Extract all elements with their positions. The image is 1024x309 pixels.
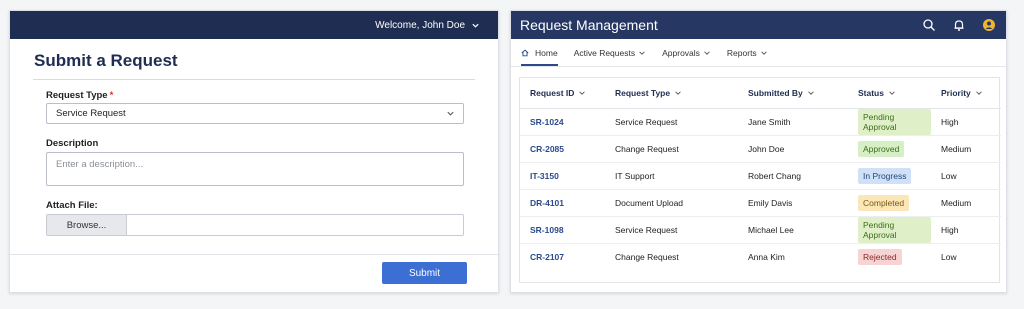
nav-label: Active Requests [573, 47, 636, 58]
request-id-cell[interactable]: SR-1098 [520, 216, 605, 244]
request-id-cell[interactable]: IT-3150 [520, 162, 605, 190]
sort-chevron-icon [889, 91, 895, 95]
sort-chevron-icon [808, 91, 814, 95]
nav-approvals[interactable]: Approvals [662, 39, 711, 66]
request-type-cell: Service Request [605, 108, 738, 136]
nav-bar: Home Active Requests Approvals Reports [511, 39, 1006, 67]
request-type-value: Service Request [56, 108, 126, 119]
chevron-down-icon[interactable] [471, 21, 480, 30]
user-avatar-icon[interactable] [982, 18, 996, 32]
nav-home[interactable]: Home [521, 39, 558, 66]
request-type-select[interactable]: Service Request [46, 103, 464, 124]
sort-chevron-icon [976, 91, 982, 95]
table-row[interactable]: SR-1024 Service Request Jane Smith Pending … [520, 108, 1001, 136]
priority-cell: Medium [931, 189, 1001, 217]
chevron-down-icon [704, 50, 710, 55]
divider [33, 79, 475, 80]
chevron-down-icon [760, 50, 767, 55]
file-input[interactable]: Browse... [46, 214, 464, 236]
required-mark: * [109, 90, 114, 101]
request-type-cell: Change Request [605, 135, 738, 163]
column-header-request-type[interactable]: Request Type [605, 78, 738, 109]
table-row[interactable]: CR-2107 Change Request Anna Kim Rejected Low [520, 243, 1001, 270]
divider [10, 254, 498, 255]
chevron-down-icon [446, 109, 455, 118]
sort-chevron-icon [579, 91, 586, 95]
request-type-cell: Change Request [615, 251, 679, 262]
status-badge: Pending Approval [858, 216, 931, 243]
column-header-status[interactable]: Status [848, 78, 931, 109]
submit-button[interactable]: Submit [382, 262, 467, 284]
table-row[interactable]: DR-4101 Document Upload Emily Davis Complet… [520, 189, 1001, 217]
priority-cell: Medium [931, 135, 1001, 163]
description-field[interactable]: Enter a description... [46, 152, 464, 186]
bell-icon[interactable] [952, 18, 966, 32]
priority-cell: High [931, 216, 1001, 244]
browse-button[interactable]: Browse... [47, 215, 127, 235]
welcome-text[interactable]: Welcome, John Doe [375, 20, 465, 31]
priority-cell: High [931, 108, 1001, 136]
status-cell: Pending Approval [848, 108, 931, 136]
table-row[interactable]: CR-2085 Change Request John Doe Approved Med… [520, 135, 1001, 163]
nav-label: Reports [726, 47, 757, 58]
submitted-by-cell: Anna Kim [748, 251, 785, 262]
column-header-submitted-by[interactable]: Submitted By [738, 78, 848, 109]
status-badge: Rejected [858, 248, 902, 265]
home-icon [521, 49, 529, 56]
app-title: Request Management [520, 17, 658, 33]
description-placeholder: Enter a description... [56, 159, 144, 170]
request-type-cell: Document Upload [605, 189, 738, 217]
page-title: Submit a Request [34, 51, 178, 70]
submitted-by-cell: John Doe [738, 135, 848, 163]
status-cell: Approved [848, 135, 931, 163]
status-cell: In Progress [848, 162, 931, 190]
nav-label: Approvals [662, 47, 700, 58]
request-id-cell[interactable]: DR-4101 [520, 189, 605, 217]
nav-label: Home [535, 47, 558, 58]
priority-cell: Low [931, 162, 1001, 190]
column-header-request-id[interactable]: Request ID [520, 78, 605, 109]
column-header-priority[interactable]: Priority [931, 78, 1001, 109]
status-cell: Pending Approval [848, 216, 931, 244]
request-type-label: Request Type * [46, 90, 114, 101]
description-label: Description [46, 138, 99, 149]
submitted-by-cell: Jane Smith [738, 108, 848, 136]
status-badge: In Progress [858, 167, 912, 184]
form-header-bar: Welcome, John Doe [10, 11, 498, 39]
table-header-row: Request ID Request Type Submitted By Sta… [520, 78, 1001, 109]
request-id-cell[interactable]: CR-2085 [520, 135, 605, 163]
search-icon[interactable] [922, 18, 936, 32]
status-cell: Rejected [848, 243, 931, 270]
request-type-cell: Service Request [605, 216, 738, 244]
attach-file-label: Attach File: [46, 200, 98, 211]
table-row[interactable]: SR-1098 Service Request Michael Lee Pending… [520, 216, 1001, 244]
requests-table: Request ID Request Type Submitted By Sta… [519, 77, 1001, 283]
nav-active-requests[interactable]: Active Requests [574, 39, 646, 66]
submitted-by-cell: Robert Chang [738, 162, 848, 190]
submit-request-panel: Welcome, John Doe Submit a Request Reque… [9, 10, 499, 293]
status-cell: Completed [848, 189, 931, 217]
nav-reports[interactable]: Reports [727, 39, 768, 66]
sort-chevron-icon [675, 91, 681, 95]
request-id-cell[interactable]: CR-2107 [520, 243, 605, 270]
request-type-cell: IT Support [605, 162, 738, 190]
chevron-down-icon [639, 50, 645, 55]
submitted-by-cell: Emily Davis [738, 189, 848, 217]
status-badge: Approved [858, 140, 905, 157]
priority-cell: Low [941, 251, 957, 262]
request-management-panel: Request Management Home Active Requests … [510, 10, 1007, 293]
submitted-by-cell: Michael Lee [738, 216, 848, 244]
request-id-cell[interactable]: SR-1024 [520, 108, 605, 136]
status-badge: Completed [858, 194, 910, 211]
app-header-bar: Request Management [511, 11, 1006, 39]
status-badge: Pending Approval [858, 108, 931, 135]
table-row[interactable]: IT-3150 IT Support Robert Chang In Progress… [520, 162, 1001, 190]
